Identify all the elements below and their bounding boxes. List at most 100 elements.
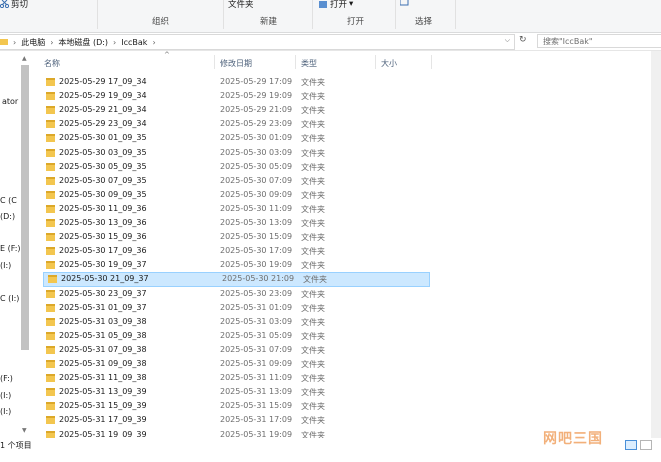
file-type: 文件夹 <box>301 247 325 257</box>
table-row[interactable]: 2025-05-31 15_09_39 2025-05-31 15:09 文件夹 <box>42 400 429 413</box>
status-text: 1 个项目 <box>0 441 32 450</box>
refresh-icon[interactable]: ↻ <box>519 35 527 45</box>
search-input[interactable]: 搜索"IccBak" <box>537 34 661 48</box>
column-name[interactable]: 名称 <box>44 58 60 69</box>
folder-icon <box>46 289 55 298</box>
nav-scrollbar-thumb[interactable] <box>21 65 29 350</box>
file-name: 2025-05-31 07_09_38 <box>59 344 147 354</box>
nav-item[interactable]: ator <box>2 97 18 106</box>
column-divider[interactable] <box>375 55 376 69</box>
nav-item[interactable]: C (C <box>0 196 17 205</box>
file-date: 2025-05-30 09:09 <box>220 189 293 199</box>
cut-button[interactable]: 剪切 <box>0 0 28 10</box>
scroll-up-arrow-icon[interactable]: ▲ <box>22 55 27 62</box>
large-icons-view-icon[interactable] <box>640 440 652 450</box>
chevron-right-icon: › <box>13 37 17 47</box>
crumb-this-pc[interactable]: 此电脑 <box>21 37 45 48</box>
scroll-down-arrow-icon[interactable]: ▼ <box>22 427 27 434</box>
table-row[interactable]: 2025-05-29 23_09_34 2025-05-29 23:09 文件夹 <box>42 118 429 131</box>
table-row[interactable]: 2025-05-31 07_09_38 2025-05-31 07:09 文件夹 <box>42 344 429 357</box>
file-type: 文件夹 <box>301 374 325 384</box>
table-row[interactable]: 2025-05-30 09_09_35 2025-05-30 09:09 文件夹 <box>42 189 429 202</box>
file-name: 2025-05-29 21_09_34 <box>59 105 147 115</box>
file-date: 2025-05-30 17:09 <box>220 246 293 256</box>
file-name: 2025-05-31 01_09_37 <box>59 302 147 312</box>
open-button[interactable]: 打开 ▾ <box>319 0 353 10</box>
file-date: 2025-05-31 03:09 <box>220 316 293 326</box>
table-row[interactable]: 2025-05-30 15_09_36 2025-05-30 15:09 文件夹 <box>42 231 429 244</box>
file-type: 文件夹 <box>301 416 325 426</box>
table-row[interactable]: 2025-05-31 05_09_38 2025-05-31 05:09 文件夹 <box>42 330 429 343</box>
file-date: 2025-05-31 07:09 <box>220 344 293 354</box>
table-row[interactable]: 2025-05-29 17_09_34 2025-05-29 17:09 文件夹 <box>42 76 429 89</box>
file-name: 2025-05-30 11_09_36 <box>59 203 147 213</box>
table-row[interactable]: 2025-05-30 07_09_35 2025-05-30 07:09 文件夹 <box>42 175 429 188</box>
column-type[interactable]: 类型 <box>301 58 317 69</box>
file-name: 2025-05-30 05_09_35 <box>59 161 147 171</box>
nav-item[interactable]: (I:) <box>0 407 11 416</box>
table-row[interactable]: 2025-05-31 17_09_39 2025-05-31 17:09 文件夹 <box>42 414 429 427</box>
table-row[interactable]: 2025-05-30 03_09_35 2025-05-30 03:09 文件夹 <box>42 147 429 160</box>
file-type: 文件夹 <box>301 204 325 214</box>
column-divider[interactable] <box>295 55 296 69</box>
chevron-down-icon[interactable]: ⌵ <box>505 36 510 45</box>
table-row[interactable]: 2025-05-30 05_09_35 2025-05-30 05:09 文件夹 <box>42 161 429 174</box>
table-row[interactable]: 2025-05-31 11_09_38 2025-05-31 11:09 文件夹 <box>42 372 429 385</box>
table-row[interactable]: 2025-05-30 17_09_36 2025-05-30 17:09 文件夹 <box>42 245 429 258</box>
crumb-drive-d[interactable]: 本地磁盘 (D:) <box>58 37 108 48</box>
nav-item[interactable]: (F:) <box>0 374 13 383</box>
open-group-label: 打开 <box>347 17 365 27</box>
nav-item[interactable]: C (I:) <box>0 294 19 303</box>
breadcrumb: › 此电脑 › 本地磁盘 (D:) › IccBak › <box>0 36 161 48</box>
table-row[interactable]: 2025-05-30 13_09_36 2025-05-30 13:09 文件夹 <box>42 217 429 230</box>
chevron-right-icon: › <box>152 37 156 47</box>
column-size[interactable]: 大小 <box>381 58 397 69</box>
table-row[interactable]: 2025-05-29 19_09_34 2025-05-29 19:09 文件夹 <box>42 90 429 103</box>
vertical-scrollbar[interactable] <box>651 51 661 438</box>
nav-item[interactable]: (I:) <box>0 261 11 270</box>
select-group-label: 选择 <box>415 17 433 27</box>
file-name: 2025-05-30 17_09_36 <box>59 246 147 256</box>
file-date: 2025-05-30 01:09 <box>220 133 293 143</box>
column-divider[interactable] <box>214 55 215 69</box>
nav-item[interactable]: (D:) <box>0 212 15 221</box>
table-row[interactable]: 2025-05-31 13_09_39 2025-05-31 13:09 文件夹 <box>42 386 429 399</box>
nav-item[interactable]: (I:) <box>0 391 11 400</box>
table-row[interactable]: 2025-05-30 11_09_36 2025-05-30 11:09 文件夹 <box>42 203 429 216</box>
file-date: 2025-05-30 13:09 <box>220 218 293 227</box>
column-divider[interactable] <box>431 55 432 69</box>
file-name: 2025-05-29 19_09_34 <box>59 91 147 101</box>
table-row[interactable]: 2025-05-31 01_09_37 2025-05-31 01:09 文件夹 <box>42 302 429 315</box>
file-type: 文件夹 <box>303 275 327 285</box>
folder-icon <box>46 148 55 157</box>
file-type: 文件夹 <box>301 78 325 87</box>
file-date: 2025-05-29 19:09 <box>220 91 293 101</box>
folder-icon <box>46 374 55 383</box>
table-row[interactable]: 2025-05-30 19_09_37 2025-05-30 19:09 文件夹 <box>42 259 429 272</box>
address-field[interactable]: › 此电脑 › 本地磁盘 (D:) › IccBak › ⌵ <box>0 34 515 50</box>
folder-icon <box>46 233 55 242</box>
file-name: 2025-05-31 13_09_39 <box>59 387 147 397</box>
table-row[interactable]: 2025-05-31 09_09_38 2025-05-31 09:09 文件夹 <box>42 358 429 371</box>
file-type: 文件夹 <box>301 303 325 313</box>
nav-item[interactable]: E (F:) <box>0 244 21 253</box>
file-name: 2025-05-30 13_09_36 <box>59 218 147 227</box>
folder-icon <box>46 120 55 129</box>
table-row[interactable]: 2025-05-31 03_09_38 2025-05-31 03:09 文件夹 <box>42 316 429 329</box>
file-name: 2025-05-31 17_09_39 <box>59 415 147 425</box>
details-view-icon[interactable] <box>625 440 637 450</box>
table-row[interactable]: 2025-05-29 21_09_34 2025-05-29 21:09 文件夹 <box>42 104 429 117</box>
column-date[interactable]: 修改日期 <box>220 58 252 69</box>
table-row[interactable]: 2025-05-30 21_09_37 2025-05-30 21:09 文件夹 <box>43 272 430 288</box>
ribbon-divider <box>97 0 98 29</box>
file-type: 文件夹 <box>301 233 325 243</box>
file-type: 文件夹 <box>301 402 325 412</box>
file-name: 2025-05-31 15_09_39 <box>59 401 147 411</box>
file-type: 文件夹 <box>301 162 325 172</box>
select-button[interactable] <box>399 0 409 6</box>
new-folder-button[interactable]: 文件夹 <box>228 0 254 10</box>
table-row[interactable]: 2025-05-30 01_09_35 2025-05-30 01:09 文件夹 <box>42 132 429 145</box>
crumb-iccbak[interactable]: IccBak <box>121 38 147 47</box>
table-row[interactable]: 2025-05-30 23_09_37 2025-05-30 23:09 文件夹 <box>42 288 429 301</box>
file-date: 2025-05-29 21:09 <box>220 105 293 115</box>
